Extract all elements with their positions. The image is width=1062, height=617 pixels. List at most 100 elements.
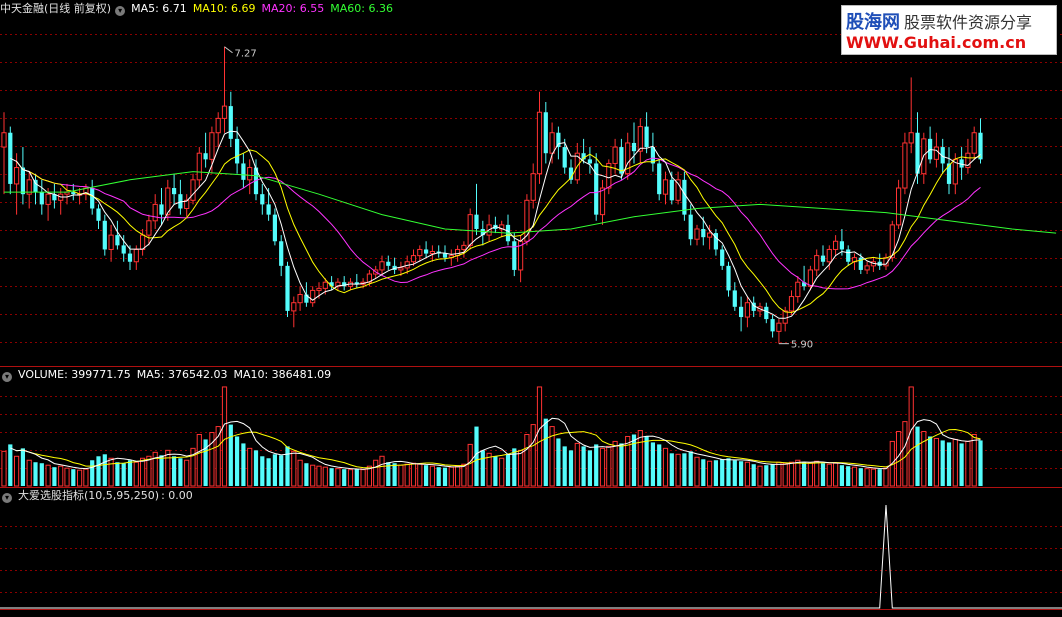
candle-body [424, 249, 429, 254]
volume-bar [58, 465, 64, 487]
candle-body [14, 167, 20, 185]
volume-bar [178, 458, 183, 486]
candle-body [902, 142, 908, 189]
chevron-down-icon[interactable]: ▾ [2, 372, 12, 382]
volume-bar [568, 450, 574, 486]
volume-bar [379, 455, 385, 487]
volume-legend-item: MA5: 376542.03 [136, 368, 228, 381]
candle-body [933, 146, 939, 160]
volume-bar [720, 459, 725, 486]
candle-body [814, 255, 820, 271]
candle-body [688, 214, 693, 240]
volume-bar [354, 469, 359, 486]
volume-bar [272, 454, 277, 486]
candle-body [159, 204, 164, 215]
candle-body [732, 290, 737, 307]
candle-body [846, 249, 851, 262]
candle-body [203, 153, 208, 160]
volume-bar [424, 465, 429, 486]
candle-body [235, 138, 240, 164]
candle-body [410, 255, 417, 263]
volume-bar [297, 459, 303, 487]
volume-bar [316, 465, 322, 487]
volume-bar [71, 469, 76, 486]
volume-bar [322, 466, 328, 487]
volume-bar [14, 455, 20, 487]
volume-bar [978, 440, 983, 486]
candle-body [637, 126, 643, 152]
volume-bar [802, 462, 807, 486]
volume-bar [486, 452, 492, 487]
volume-bar [373, 459, 379, 487]
chevron-down-icon[interactable]: ▾ [2, 493, 12, 503]
volume-bar [713, 460, 718, 486]
volume-bar [543, 418, 548, 486]
volume-bar [619, 443, 624, 486]
volume-bar [115, 462, 120, 486]
volume-bar [933, 437, 939, 487]
candle-body [127, 253, 133, 262]
grid-lines [0, 34, 1062, 610]
candle-body [221, 105, 228, 119]
volume-bar [505, 454, 511, 486]
volume-bar [782, 462, 788, 487]
main-panel-header: 中天金融(日线 前复权) ▾ MA5: 6.71 MA10: 6.69 MA20: 6.… [0, 1, 405, 17]
volume-bar [524, 433, 530, 487]
volume-legend-item: VOLUME: 399771.75 [18, 368, 131, 381]
candle-body [108, 234, 114, 250]
volume-bar [253, 450, 259, 486]
candle-body [782, 310, 788, 324]
candle-body [102, 220, 107, 250]
volume-bar [291, 450, 297, 487]
volume-bar [858, 468, 863, 486]
volume-legend-item: MA10: 386481.09 [233, 368, 332, 381]
candle-body [1, 132, 7, 148]
candle-body [530, 173, 536, 201]
candle-body [543, 112, 548, 154]
high-price-label: 7.27 [235, 49, 257, 60]
volume-bar [915, 426, 920, 486]
candle-body [701, 228, 706, 238]
candle-body [215, 117, 221, 134]
volume-bar [764, 465, 769, 486]
indicator-name: 大爱选股指标(10,5,95,250) [18, 489, 160, 502]
volume-bar [833, 462, 839, 487]
volume-bar [770, 464, 775, 486]
volume-bar [360, 469, 366, 487]
candle-body [279, 241, 284, 266]
volume-bar [260, 456, 265, 486]
candle-body [726, 265, 731, 291]
volume-bar [726, 458, 731, 486]
volume-bar [39, 463, 44, 486]
candle-body [795, 281, 801, 298]
chevron-down-icon[interactable]: ▾ [115, 6, 126, 16]
volume-bar [133, 461, 139, 487]
volume-bar [127, 460, 133, 486]
volume-bar [285, 446, 290, 486]
stock-title: 中天金融(日线 前复权) [0, 2, 112, 15]
candle-body [826, 248, 832, 263]
volume-bar [45, 464, 51, 487]
volume-bar [1, 450, 7, 487]
volume-bar [121, 463, 126, 486]
candle-body [310, 289, 316, 304]
volume-bar [820, 463, 826, 486]
volume-bar [864, 468, 870, 487]
volume-bar [744, 461, 750, 487]
volume-bar [599, 447, 606, 487]
volume-bar [631, 434, 637, 486]
volume-bar [221, 386, 228, 487]
volume-bar [8, 444, 13, 486]
volume-bar [688, 451, 693, 486]
candle-body [631, 142, 637, 152]
volume-bar [467, 443, 473, 487]
watermark-brand: 股海网 [846, 12, 900, 33]
ma-legend-item: MA10: 6.69 [192, 2, 256, 15]
indicator-panel-header: ▾ 大爱选股指标(10,5,95,250): 0.00 [0, 488, 199, 504]
candle-body [379, 261, 385, 271]
volume-bar [442, 467, 448, 486]
volume-bar [682, 453, 687, 486]
volume-bar [952, 438, 958, 487]
candle-body [398, 267, 404, 271]
volume-bar [455, 465, 461, 487]
